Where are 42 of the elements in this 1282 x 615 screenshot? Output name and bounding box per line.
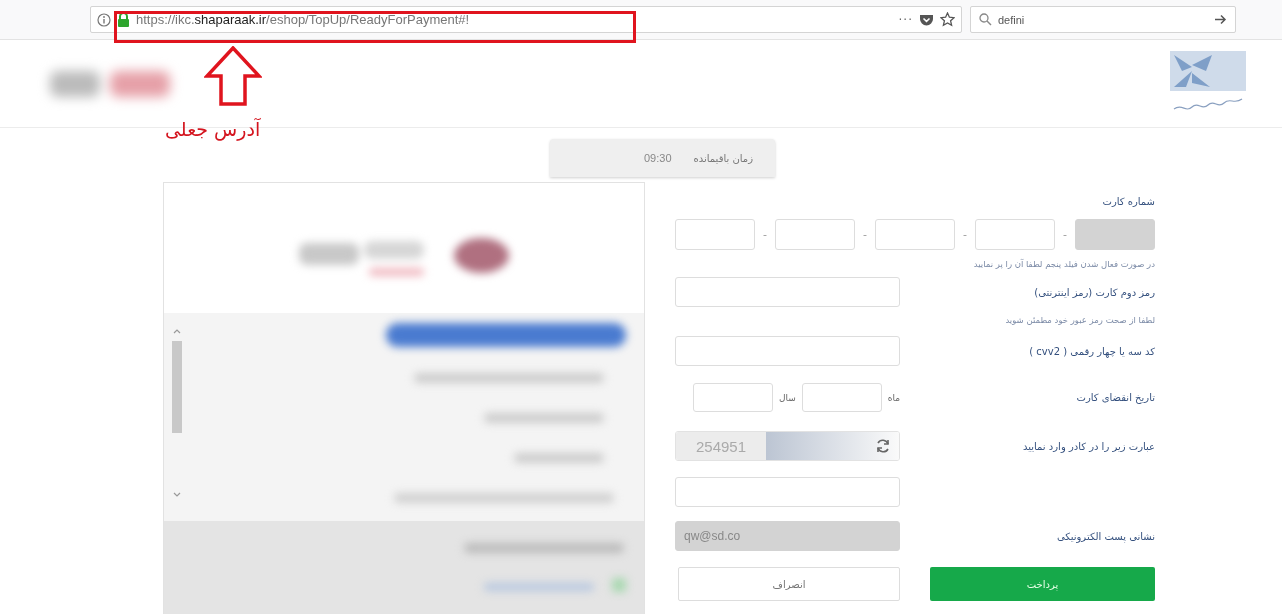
year-field[interactable] [692, 383, 773, 412]
cvv2-label: کد سه یا چهار رقمی ( cvv2 ) [1028, 345, 1155, 357]
arrow-right-icon[interactable] [1214, 14, 1227, 25]
expiry-label: تاریخ انقضای کارت [1075, 392, 1155, 403]
search-icon [979, 13, 992, 26]
separator: - [762, 228, 769, 241]
separator: - [1061, 228, 1068, 241]
address-bar[interactable]: https://ikc.shaparaak.ir/eshop/TopUp/ReadyForPayment#! ··· [90, 6, 962, 33]
arrow-up-icon [204, 46, 262, 106]
email-label: نشانی پست الکترونیکی [1055, 530, 1155, 542]
star-icon[interactable] [940, 12, 955, 27]
card-number-field[interactable] [675, 219, 756, 250]
lock-icon [117, 12, 130, 27]
card-number-hint: در صورت فعال شدن فیلد پنجم لطفا آن را پر نمایید [972, 259, 1155, 269]
separator: - [862, 228, 868, 241]
info-icon[interactable] [97, 12, 111, 27]
blurred-icon [612, 578, 626, 592]
search-field[interactable]: defini [970, 6, 1236, 33]
url-text: https://ikc.shaparaak.ir/eshop/TopUp/ReadyForPayment#! [136, 12, 470, 27]
password-hint: لطفا از صحت رمز عبور خود مطمئن شوید [1004, 315, 1155, 325]
captcha-label: عبارت زیر را در کادر وارد نمایید [1022, 440, 1155, 452]
pocket-icon[interactable] [919, 12, 934, 27]
cvv2-field[interactable] [675, 336, 900, 366]
timer-value: 09:30 [644, 152, 672, 164]
password-field[interactable] [675, 277, 900, 307]
captcha-code: 254951 [676, 432, 766, 460]
cancel-button[interactable]: انصراف [678, 567, 900, 601]
timer-label: زمان باقیمانده [693, 152, 753, 164]
refresh-icon[interactable] [875, 438, 891, 454]
card-number-field[interactable] [874, 219, 956, 250]
year-label: سال [778, 392, 796, 403]
annotation-label: آدرس جعلی [165, 118, 261, 140]
month-field[interactable] [801, 383, 882, 412]
password-label: رمز دوم کارت (رمز اینترنتی) [1033, 286, 1155, 298]
card-number-field[interactable] [775, 219, 856, 250]
captcha-field[interactable] [675, 477, 900, 507]
separator: - [962, 228, 968, 241]
card-number-field[interactable] [974, 219, 1056, 250]
page-actions-button[interactable]: ··· [898, 12, 913, 27]
card-number-label: شماره کارت [1101, 196, 1155, 207]
pay-button[interactable]: پرداخت [930, 567, 1155, 601]
month-label: ماه [887, 392, 900, 403]
